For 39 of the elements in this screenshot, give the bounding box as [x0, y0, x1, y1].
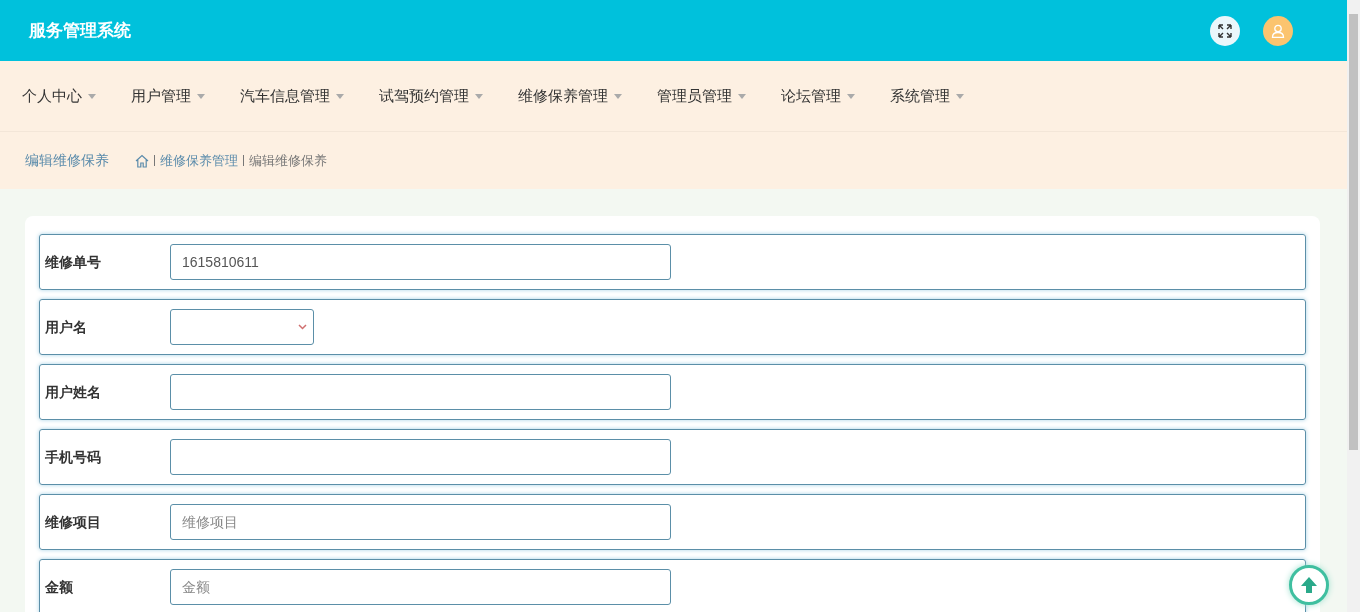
field-label: 用户名 — [45, 317, 88, 337]
field-label: 手机号码 — [45, 447, 102, 467]
field-label: 维修项目 — [45, 512, 102, 532]
nav-menu-item[interactable]: 试驾预约管理 — [379, 84, 483, 108]
user-icon — [1271, 23, 1285, 38]
field-label: 维修单号 — [45, 252, 102, 272]
input-field[interactable] — [170, 439, 671, 475]
nav-menu-item[interactable]: 个人中心 — [22, 84, 96, 108]
page-title: 编辑维修保养 — [25, 151, 109, 170]
fullscreen-button[interactable] — [1210, 15, 1240, 46]
caret-icon — [197, 93, 205, 99]
caret-icon — [475, 93, 483, 99]
breadcrumb-item: 编辑维修保养 — [249, 151, 327, 170]
caret-icon — [88, 93, 96, 99]
dropdown-select[interactable] — [170, 309, 314, 345]
caret-icon — [738, 93, 746, 99]
nav-menu-item[interactable]: 维修保养管理 — [518, 84, 622, 108]
nav-menu-item[interactable]: 系统管理 — [890, 84, 964, 108]
chevron-down-icon — [298, 324, 307, 330]
input-field[interactable] — [170, 374, 671, 410]
caret-icon — [847, 93, 855, 99]
up-arrow-icon — [1299, 575, 1319, 595]
home-icon[interactable] — [135, 153, 149, 168]
caret-icon — [336, 93, 344, 99]
input-field[interactable]: 金额 — [170, 569, 671, 605]
app-title: 服务管理系统 — [29, 19, 131, 42]
input-field[interactable]: 1615810611 — [170, 244, 671, 280]
caret-icon — [614, 93, 622, 99]
expand-arrows-icon — [1218, 23, 1232, 38]
field-label: 用户姓名 — [45, 382, 102, 402]
scrollbar[interactable] — [1347, 0, 1360, 612]
nav-menu-item[interactable]: 管理员管理 — [657, 84, 746, 108]
caret-icon — [956, 93, 964, 99]
nav-menu-item[interactable]: 论坛管理 — [781, 84, 855, 108]
user-avatar-button[interactable] — [1263, 15, 1293, 46]
nav-menu-item[interactable]: 用户管理 — [131, 84, 205, 108]
nav-menu-item[interactable]: 汽车信息管理 — [240, 84, 344, 108]
input-field[interactable]: 维修项目 — [170, 504, 671, 540]
field-label: 金额 — [45, 577, 74, 597]
